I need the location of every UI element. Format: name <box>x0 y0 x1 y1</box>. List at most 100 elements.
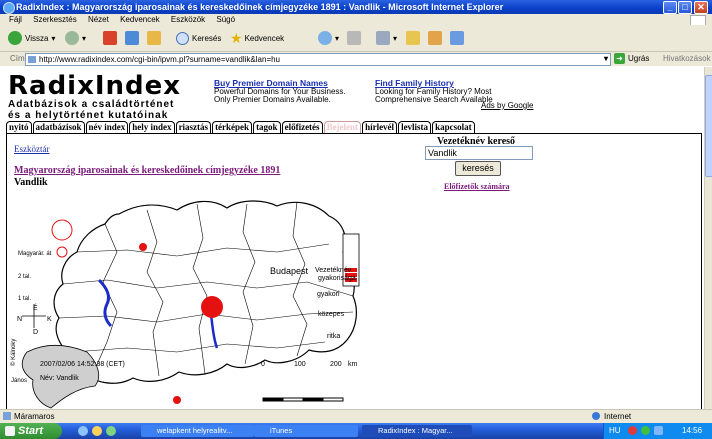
tab-login[interactable]: Bejelent <box>323 121 362 133</box>
location-dot <box>173 396 181 404</box>
map-timestamp: 2007/02/06 14:52:38 (CET) <box>40 361 125 368</box>
start-button[interactable]: Start <box>0 423 62 439</box>
quicklaunch-icon[interactable] <box>92 426 102 436</box>
tray-icon[interactable] <box>654 426 663 435</box>
stop-button[interactable] <box>103 30 120 46</box>
city-label: Budapest <box>270 266 309 276</box>
legend-title: Magyarár. át <box>18 251 52 257</box>
home-icon <box>147 31 161 45</box>
freq-title-2: gyakorisága <box>318 275 356 282</box>
task-button-1[interactable]: welapkent helyrealitv... <box>141 425 254 437</box>
links-label[interactable]: Hivatkozások <box>663 54 711 63</box>
menu-view[interactable]: Nézet <box>88 15 109 24</box>
tab-subscription[interactable]: előfizetés <box>281 121 323 133</box>
tab-home[interactable]: nyitó <box>6 121 32 133</box>
go-button[interactable]: Ugrás <box>628 54 649 63</box>
history-icon <box>318 31 332 45</box>
messenger-button[interactable] <box>450 30 467 46</box>
close-button[interactable]: ✕ <box>694 1 708 14</box>
minimize-button[interactable]: _ <box>663 1 677 14</box>
freq-title-1: Vezetéknév <box>315 267 352 274</box>
forward-button[interactable]: ▾ <box>65 30 86 46</box>
database-title-link[interactable]: Magyarország iparosainak és kereskedőine… <box>14 165 280 176</box>
folder-button[interactable] <box>406 30 423 46</box>
status-bar: Máramaros Internet <box>0 409 712 424</box>
maximize-button[interactable]: □ <box>678 1 692 14</box>
subscriber-link[interactable]: Előfizetők számára <box>444 182 510 191</box>
site-logo[interactable]: RadixIndex Adatbázisok a családtörténet … <box>8 73 181 121</box>
compass-w: N <box>17 316 23 323</box>
go-arrow-icon[interactable]: ➜ <box>614 53 625 64</box>
security-zone: Internet <box>604 412 632 421</box>
status-text: Máramaros <box>14 412 55 421</box>
legend-1: 1 tal. <box>18 296 32 302</box>
page-status-icon <box>3 412 11 420</box>
research-button[interactable] <box>428 30 445 46</box>
print-button[interactable] <box>347 30 364 46</box>
search-submit-button[interactable]: keresés <box>455 161 501 176</box>
page-icon <box>28 56 36 63</box>
freq-mid: közepes <box>318 311 345 318</box>
menu-favorites[interactable]: Kedvencek <box>120 15 160 24</box>
ie-icon <box>3 2 15 14</box>
research-icon <box>428 31 442 45</box>
tab-alerts[interactable]: riasztás <box>175 121 212 133</box>
breadcrumb-toolbox[interactable]: Eszköztár <box>14 144 49 154</box>
history-button[interactable]: ▾ <box>318 30 339 46</box>
map-name-label: Név: Vandlik <box>40 375 79 382</box>
scrollbar-thumb[interactable] <box>705 75 712 177</box>
language-indicator[interactable]: HU <box>609 426 621 435</box>
tab-members[interactable]: tagok <box>253 121 281 133</box>
tab-maps[interactable]: térképek <box>212 121 253 133</box>
surname-input[interactable]: Vandlik <box>425 146 533 160</box>
ads-by-google[interactable]: Ads by Google <box>481 101 533 110</box>
surname-heading: Vandlik <box>14 177 48 188</box>
tray-icon[interactable] <box>628 426 637 435</box>
favorites-button[interactable]: ★ Kedvencek <box>230 30 284 46</box>
tab-databases[interactable]: adatbázisok <box>32 121 85 133</box>
legend-circle-small <box>56 246 68 258</box>
compass-s: D <box>33 329 39 336</box>
search-button[interactable]: Keresés <box>176 30 221 46</box>
quicklaunch-ie-icon[interactable] <box>78 426 88 436</box>
tray-icon[interactable] <box>641 426 650 435</box>
print-icon <box>347 31 361 45</box>
task-button-itunes[interactable]: iTunes <box>254 425 358 437</box>
home-button[interactable] <box>147 30 164 46</box>
compass-e: K <box>47 316 52 323</box>
tab-newsletter[interactable]: hírlevél <box>362 121 398 133</box>
menu-file[interactable]: Fájl <box>9 15 22 24</box>
messenger-icon <box>450 31 464 45</box>
scale-100: 100 <box>294 361 306 368</box>
refresh-button[interactable] <box>125 30 142 46</box>
dropdown-arrow-icon[interactable]: ▾ <box>604 54 608 63</box>
internet-zone-icon <box>592 412 600 420</box>
menu-bar: Fájl Szerkesztés Nézet Kedvencek Eszközö… <box>0 14 712 26</box>
menu-edit[interactable]: Szerkesztés <box>33 15 77 24</box>
folder-icon <box>406 31 420 45</box>
map-author: © Kálnoky <box>11 338 17 366</box>
legend-circle-large <box>51 219 73 241</box>
address-input[interactable]: http://www.radixindex.com/cgi-bin/ipvm.p… <box>25 53 611 66</box>
title-bar: RadixIndex : Magyarország iparosainak és… <box>0 0 712 14</box>
tab-contact[interactable]: kapcsolat <box>432 121 475 133</box>
address-bar: Cím http://www.radixindex.com/cgi-bin/ip… <box>0 52 712 66</box>
back-arrow-icon <box>8 31 22 45</box>
address-label: Cím <box>10 54 25 63</box>
nav-tabs: nyitó adatbázisok név index hely index r… <box>6 121 476 133</box>
tab-name-index[interactable]: név index <box>85 121 129 133</box>
ad-domains: Buy Premier Domain Names Powerful Domain… <box>214 78 346 104</box>
search-icon <box>176 31 189 45</box>
menu-tools[interactable]: Eszközök <box>171 15 205 24</box>
forward-arrow-icon <box>65 31 79 45</box>
tab-place-index[interactable]: hely index <box>129 121 175 133</box>
edit-button[interactable]: ▾ <box>376 30 397 46</box>
clock: 14:56 <box>682 426 703 435</box>
task-button-radixindex[interactable]: RadixIndex : Magyar... <box>362 425 472 437</box>
back-button[interactable]: Vissza ▾ <box>8 30 55 46</box>
budapest-dot <box>201 296 223 318</box>
quicklaunch-icon[interactable] <box>106 426 116 436</box>
menu-help[interactable]: Súgó <box>216 15 235 24</box>
tab-mailing-list[interactable]: levlista <box>398 121 432 133</box>
vertical-scrollbar[interactable] <box>704 67 712 409</box>
